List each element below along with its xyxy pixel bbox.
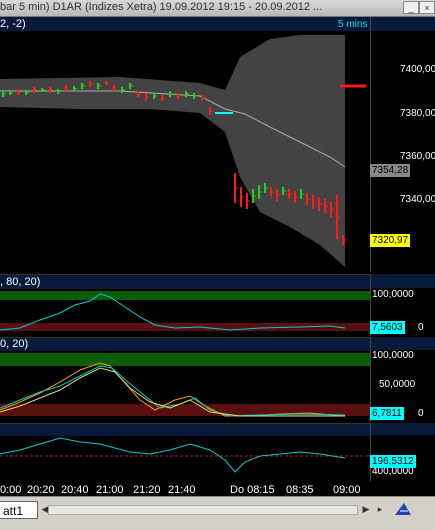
bottom-bar: att1 ◀ ▶ ▸ — [0, 496, 435, 530]
horizontal-scrollbar[interactable] — [48, 505, 358, 515]
time-label-7: 08:35 — [286, 484, 314, 496]
price-chart-svg — [0, 17, 370, 267]
minimize-button[interactable]: _ — [403, 1, 419, 14]
scroll-right-icon[interactable]: ▶ — [360, 503, 372, 515]
main-indicator-header: 2, -2) — [0, 18, 26, 30]
time-label-3: 21:00 — [96, 484, 124, 496]
osc1-current-value: 7,5603 — [370, 321, 405, 334]
price-label-7380: 7380,00 — [400, 108, 435, 119]
price-marker-gray: 7354,28 — [370, 164, 411, 177]
osc1-header: , 80, 20) — [0, 276, 41, 288]
osc2-header: 0, 20) — [0, 338, 29, 350]
osc2-label-0: 0 — [418, 408, 424, 419]
oscillator-2-panel[interactable]: 0, 20) — [0, 337, 370, 423]
close-button[interactable]: × — [419, 1, 435, 14]
osc1-label-100: 100,0000 — [372, 289, 414, 300]
time-label-0: 0:00 — [0, 484, 22, 496]
price-label-7360: 7360,00 — [400, 151, 435, 162]
osc2-label-50: 50,0000 — [379, 379, 416, 390]
osc2-label-100: 100,0000 — [372, 350, 414, 361]
price-label-7400: 7400,00 — [400, 64, 435, 75]
time-label-5: 21:40 — [168, 484, 196, 496]
time-label-6: Do 08:15 — [230, 484, 275, 496]
osc3-current-value: 196,5312 — [370, 455, 416, 468]
price-label-7340: 7340,00 — [400, 194, 435, 205]
time-label-2: 20:40 — [61, 484, 89, 496]
scroll-end-icon[interactable]: ▸ — [374, 503, 386, 515]
window-titlebar: bar 5 min) D1AR (Indizes Xetra) 19.09.20… — [0, 0, 435, 17]
time-label-1: 20:20 — [27, 484, 55, 496]
osc1-label-0: 0 — [418, 322, 424, 333]
oscillator-1-panel[interactable]: , 80, 20) — [0, 274, 370, 337]
price-marker-yellow: 7320,97 — [370, 234, 411, 247]
time-label-8: 09:00 — [333, 484, 361, 496]
time-label-4: 21:20 — [133, 484, 161, 496]
osc2-current-value: 6,7811 — [370, 407, 404, 420]
period-label: 5 mins — [338, 19, 368, 30]
toolbar-tool-icon[interactable] — [392, 499, 414, 519]
oscillator-3-panel[interactable] — [0, 423, 370, 482]
window-title: bar 5 min) D1AR (Indizes Xetra) 19.09.20… — [0, 1, 323, 13]
sheet-tab[interactable]: att1 — [0, 501, 38, 519]
price-chart-panel[interactable]: 2, -2) 5 mins — [0, 17, 370, 272]
